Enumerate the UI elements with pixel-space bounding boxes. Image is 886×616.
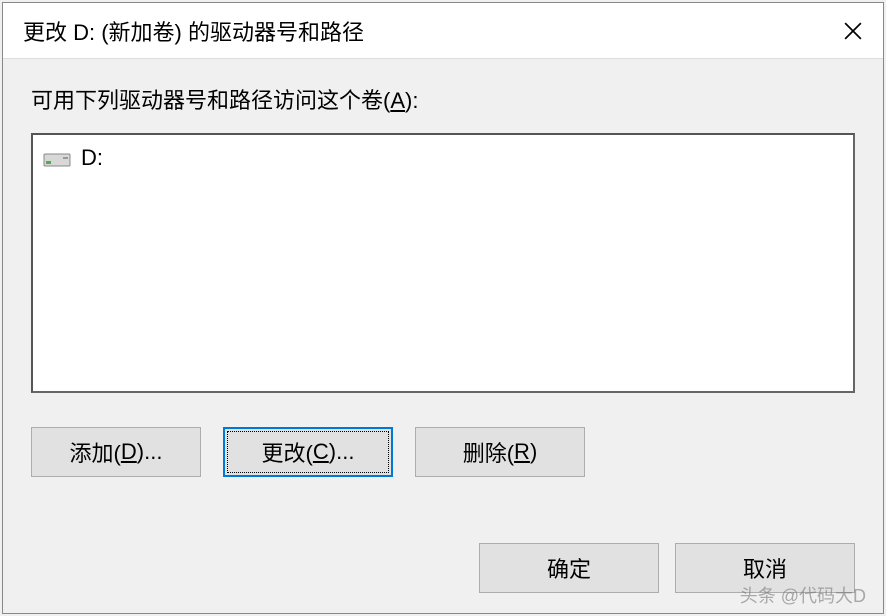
list-item-label: D:: [81, 145, 103, 171]
remove-button[interactable]: 删除(R): [415, 427, 585, 477]
close-icon: [844, 22, 862, 40]
drives-listbox[interactable]: D:: [31, 133, 855, 393]
action-button-row: 添加(D)... 更改(C)... 删除(R): [31, 427, 855, 477]
drive-icon: [43, 149, 71, 167]
titlebar: 更改 D: (新加卷) 的驱动器号和路径: [3, 3, 883, 59]
cancel-button[interactable]: 取消: [675, 543, 855, 593]
add-button[interactable]: 添加(D)...: [31, 427, 201, 477]
instruction-label: 可用下列驱动器号和路径访问这个卷(A):: [31, 83, 855, 115]
ok-button[interactable]: 确定: [479, 543, 659, 593]
instruction-key: A: [390, 88, 405, 113]
instruction-prefix: 可用下列驱动器号和路径访问这个卷(: [31, 88, 390, 113]
change-button[interactable]: 更改(C)...: [223, 427, 393, 477]
instruction-suffix: ):: [405, 88, 418, 113]
dialog-content: 可用下列驱动器号和路径访问这个卷(A): D: 添加(D)... 更改(C)..: [3, 59, 883, 613]
list-item[interactable]: D:: [43, 143, 843, 173]
footer-button-row: 确定 取消: [31, 503, 855, 593]
window-title: 更改 D: (新加卷) 的驱动器号和路径: [23, 15, 364, 47]
dialog-window: 更改 D: (新加卷) 的驱动器号和路径 可用下列驱动器号和路径访问这个卷(A)…: [2, 2, 884, 614]
close-button[interactable]: [823, 3, 883, 59]
